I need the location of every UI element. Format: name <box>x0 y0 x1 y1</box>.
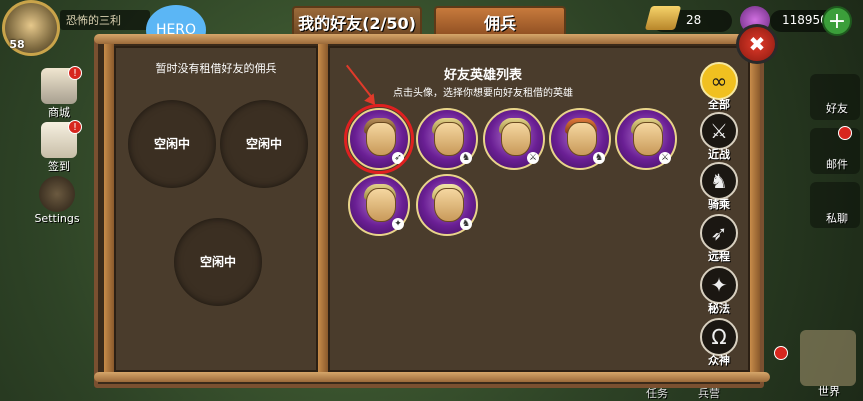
frame-post-left <box>104 40 114 380</box>
filter-ranged-label: 远程 <box>708 250 730 263</box>
mercenary-slot-1[interactable]: 空闲中 <box>128 100 216 188</box>
filter-all-button[interactable]: ∞ <box>700 62 738 100</box>
filter-mounted-button[interactable]: ♞ <box>700 162 738 200</box>
checkin-alert-badge: ! <box>68 120 82 134</box>
shop-label: 商城 <box>48 106 70 119</box>
settings-button[interactable]: Settings <box>34 176 80 225</box>
hero-face <box>501 122 531 156</box>
frame-rail-bottom <box>94 372 770 382</box>
friend-hero-6[interactable]: ✦ <box>348 174 410 236</box>
hero-class-icon: ⚔ <box>659 152 671 164</box>
hero-class-icon: ✦ <box>392 218 404 230</box>
friend-hero-3[interactable]: ⚔ <box>483 108 545 170</box>
friend-hero-4[interactable]: ♞ <box>549 108 611 170</box>
gold-icon <box>644 6 682 30</box>
filter-gods-button[interactable]: Ω <box>700 318 738 356</box>
gold-value: 28 <box>686 13 702 27</box>
friend-hero-list-title: 好友英雄列表 <box>443 68 522 83</box>
hero-class-icon: ⚔ <box>527 152 539 164</box>
hero-face <box>434 188 464 222</box>
mercenary-slot-2[interactable]: 空闲中 <box>220 100 308 188</box>
rented-mercenary-panel <box>114 46 318 372</box>
filter-arcane-button[interactable]: ✦ <box>700 266 738 304</box>
world-alert-badge <box>774 346 788 360</box>
close-button[interactable]: ✖ <box>736 24 778 64</box>
gem-value: 118950 <box>782 13 828 27</box>
friend-hero-2[interactable]: ♞ <box>416 108 478 170</box>
filter-arcane-label: 秘法 <box>708 302 730 315</box>
add-currency-button[interactable]: + <box>822 6 852 36</box>
no-mercenary-hint: 暂时没有租借好友的佣兵 <box>155 62 277 75</box>
gear-icon <box>39 176 75 212</box>
friend-hero-7[interactable]: ♞ <box>416 174 478 236</box>
selected-hero-ring <box>344 104 414 174</box>
frame-post-right <box>750 40 760 380</box>
hero-face <box>434 122 464 156</box>
mail-alert-badge <box>838 126 852 140</box>
mercenary-slot-3[interactable]: 空闲中 <box>174 218 262 306</box>
shop-alert-badge: ! <box>68 66 82 80</box>
world-map-button[interactable] <box>800 330 856 386</box>
filter-ranged-button[interactable]: ➶ <box>700 214 738 252</box>
filter-gods-label: 众神 <box>708 354 730 367</box>
world-label: 世界 <box>818 385 840 398</box>
hero-face <box>366 188 396 222</box>
friend-hero-5[interactable]: ⚔ <box>615 108 677 170</box>
checkin-label: 签到 <box>48 160 70 173</box>
filter-melee-label: 近战 <box>708 148 730 161</box>
hero-face <box>567 122 597 156</box>
hero-class-icon: ♞ <box>460 218 472 230</box>
player-name: 恐怖的三利 <box>66 14 121 27</box>
friends-menu-label: 好友 <box>826 102 848 115</box>
frame-post-middle <box>318 40 328 380</box>
chat-label: 私聊 <box>826 212 848 225</box>
hero-face <box>633 122 663 156</box>
frame-rail-top <box>94 34 770 44</box>
filter-all-label: 全部 <box>708 98 730 111</box>
filter-mounted-label: 骑乘 <box>708 198 730 211</box>
hero-class-icon: ♞ <box>460 152 472 164</box>
mail-label: 邮件 <box>826 158 848 171</box>
hero-class-icon: ♞ <box>593 152 605 164</box>
filter-melee-button[interactable]: ⚔ <box>700 112 738 150</box>
player-level: 58 <box>9 38 25 51</box>
settings-label: Settings <box>34 212 80 225</box>
